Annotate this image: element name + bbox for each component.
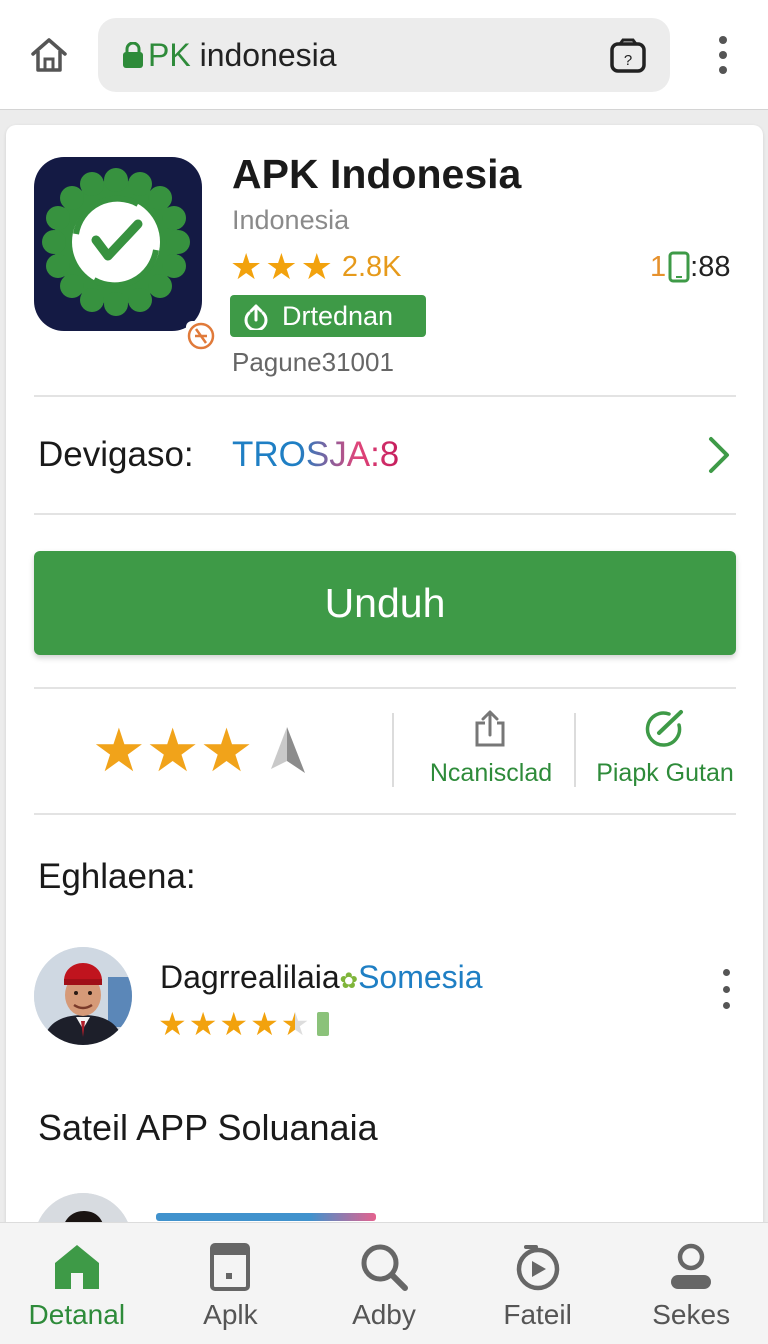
nav-item-aplk[interactable]: Aplk <box>154 1223 308 1344</box>
share-action[interactable]: Ncanisclad <box>406 709 576 793</box>
home-icon <box>31 38 67 72</box>
nav-label: Sekes <box>652 1299 731 1330</box>
package-id: Pagune31001 <box>232 347 394 377</box>
nav-item-detanal[interactable]: Detanal <box>0 1223 154 1344</box>
star-icon[interactable]: ★ <box>200 721 254 781</box>
reviewer-name-text: Dagrrealilaia <box>160 959 340 995</box>
no-symbol-icon <box>187 322 215 350</box>
report-action-label: Piapk Gutan <box>596 759 734 787</box>
rating-count: 2.8K <box>341 250 402 283</box>
url-text: PK indonesia <box>148 36 337 74</box>
star-icon[interactable]: ★ <box>146 721 200 781</box>
star-icon[interactable]: ★ <box>92 721 146 781</box>
avatar <box>34 947 132 1045</box>
star-icon: ★ <box>265 246 298 287</box>
separator <box>574 713 576 787</box>
nav-label: Adby <box>352 1299 416 1330</box>
nav-item-sekes[interactable]: Sekes <box>614 1223 768 1344</box>
install-badge[interactable]: Drtednan <box>230 295 426 337</box>
tab-switcher-button[interactable]: ? <box>606 34 650 78</box>
address-bar[interactable]: PK indonesia ? <box>98 18 670 92</box>
browser-home-button[interactable] <box>22 30 76 80</box>
badge-icon <box>317 1012 330 1036</box>
size-value: :88 <box>690 250 731 283</box>
more-vert-icon <box>722 969 730 976</box>
nav-item-adby[interactable]: Adby <box>307 1223 461 1344</box>
nav-label: Fateil <box>503 1299 572 1330</box>
app-icon-badge <box>186 321 232 367</box>
divider <box>34 687 736 689</box>
reviewer-location: Somesia <box>358 959 483 995</box>
app-icon <box>34 157 232 367</box>
divider <box>34 513 736 515</box>
reviewer-name: Dagrrealilaia✿Somesia <box>160 959 483 996</box>
lock-icon <box>123 42 143 68</box>
star-icon: ★ <box>300 246 333 287</box>
home-icon <box>54 1245 99 1289</box>
url-rest: indonesia <box>190 37 337 73</box>
install-icon <box>244 304 268 330</box>
divider <box>34 813 736 815</box>
rate-stars[interactable]: ★ ★ ★ <box>92 721 315 781</box>
svg-text:?: ? <box>624 52 632 69</box>
edit-check-icon <box>645 710 683 747</box>
nav-item-fateil[interactable]: Fateil <box>461 1223 615 1344</box>
action-row: ★ ★ ★ Ncanisclad Piapk Gutan <box>6 691 763 811</box>
history-icon <box>516 1245 559 1291</box>
app-title: APK Indonesia <box>232 151 522 197</box>
similar-app-name-partial <box>156 1213 376 1221</box>
search-icon <box>361 1244 408 1291</box>
similar-apps-title: Sateil APP Soluanaia <box>38 1107 378 1148</box>
developer-value: TROSJA:8 <box>232 435 400 474</box>
nav-label: Detanal <box>28 1299 126 1330</box>
developer-row[interactable]: Devigaso: TROSJA:8 <box>34 397 736 513</box>
chevron-right-icon <box>709 437 729 473</box>
review-item: Dagrrealilaia✿Somesia ★ ★ ★ ★ ★ <box>34 947 744 1051</box>
developer-label: Devigaso: <box>38 435 194 474</box>
share-icon <box>475 710 505 747</box>
url-prefix: PK <box>148 37 191 73</box>
star-icon: ★ <box>230 246 263 287</box>
size-prefix: 1 <box>650 250 667 283</box>
leaf-icon: ✿ <box>339 968 359 993</box>
app-region: Indonesia <box>232 205 350 235</box>
reviews-title: Eghlaena: <box>38 857 196 896</box>
phone-icon <box>668 251 690 283</box>
bottom-nav: Detanal Aplk Adby Fateil Sekes <box>0 1222 768 1344</box>
app-detail-card: APK Indonesia Indonesia ★ ★ ★ 2.8K 1 :88… <box>6 125 763 1235</box>
star-half-icon: ★ <box>280 1006 310 1042</box>
install-badge-label: Drtednan <box>282 300 394 331</box>
report-action[interactable]: Piapk Gutan <box>580 709 750 793</box>
star-icon: ★ <box>158 1006 187 1042</box>
separator <box>392 713 394 787</box>
star-icon: ★ <box>219 1006 249 1042</box>
review-stars: ★ ★ ★ ★ ★ <box>158 1006 330 1042</box>
nav-label: Aplk <box>203 1299 258 1330</box>
app-rating: ★ ★ ★ 2.8K <box>230 249 402 285</box>
browser-menu-button[interactable] <box>706 32 740 78</box>
share-action-label: Ncanisclad <box>429 759 553 787</box>
review-menu-button[interactable] <box>714 969 738 1009</box>
star-icon: ★ <box>188 1006 218 1042</box>
download-button[interactable]: Unduh <box>34 551 736 655</box>
apps-icon <box>210 1243 251 1291</box>
tabs-icon: ? <box>610 38 646 73</box>
more-vert-icon <box>719 36 727 44</box>
app-size-info: 1 :88 <box>650 249 730 285</box>
star-icon: ★ <box>250 1006 279 1042</box>
browser-bar: PK indonesia ? <box>0 0 768 110</box>
star-outline-icon[interactable] <box>265 721 315 781</box>
profile-icon <box>671 1243 712 1289</box>
